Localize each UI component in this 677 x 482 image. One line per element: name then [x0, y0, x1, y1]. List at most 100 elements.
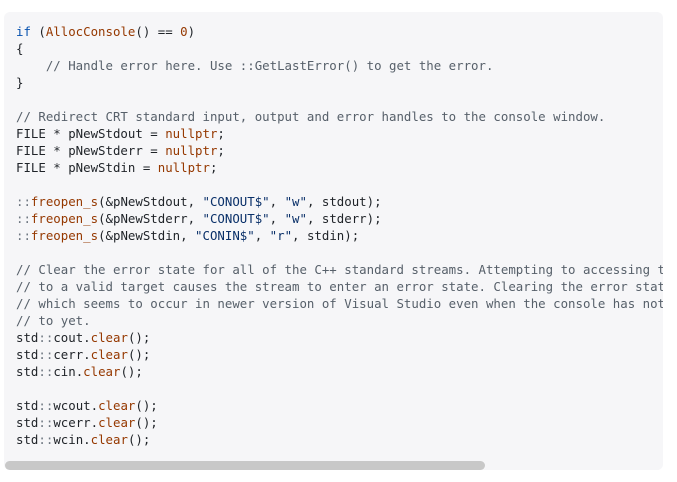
code-token-str: "CONOUT$"	[202, 194, 270, 209]
code-token-plain: (&pNewStdout,	[98, 194, 203, 209]
code-token-plain: std	[16, 432, 39, 447]
code-token-plain: std	[16, 398, 39, 413]
code-token-kw: if	[16, 24, 31, 39]
code-line: std::cerr.clear();	[16, 346, 663, 363]
code-token-plain: }	[16, 75, 24, 90]
code-token-ns: ::	[38, 415, 54, 430]
code-line: // Clear the error state for all of the …	[16, 261, 663, 278]
code-line: std::wcin.clear();	[16, 431, 663, 448]
code-token-plain: (	[30, 24, 46, 39]
code-token-plain: {	[16, 41, 24, 56]
code-token-cmt: // to a valid target causes the stream t…	[16, 279, 663, 294]
code-token-plain: FILE * pNewStderr =	[16, 143, 166, 158]
code-token-plain: (&pNewStdin,	[98, 228, 196, 243]
code-token-plain: ,	[254, 228, 270, 243]
code-token-num: 0	[180, 24, 188, 39]
code-line: ::freopen_s(&pNewStdout, "CONOUT$", "w",…	[16, 193, 663, 210]
code-line: ::freopen_s(&pNewStderr, "CONOUT$", "w",…	[16, 210, 663, 227]
code-token-plain: ;	[217, 126, 225, 141]
code-token-plain: , stdout);	[306, 194, 382, 209]
code-token-cmt: // Handle error here. Use ::GetLastError…	[16, 58, 494, 73]
code-token-plain: )	[187, 24, 196, 39]
code-listing: if (AllocConsole() == 0){ // Handle erro…	[4, 12, 663, 448]
code-token-ns: ::	[16, 194, 31, 209]
code-token-plain: ();	[127, 347, 151, 362]
code-token-num: nullptr	[157, 160, 210, 175]
code-token-plain: std	[16, 415, 39, 430]
code-token-plain: FILE * pNewStdin =	[16, 160, 158, 175]
code-token-plain: ();	[127, 330, 151, 345]
code-token-plain: cin.	[53, 364, 84, 379]
code-token-ns: ::	[38, 347, 54, 362]
code-token-str: "r"	[269, 228, 293, 243]
code-token-plain: std	[16, 347, 39, 362]
code-token-plain: ();	[120, 364, 143, 379]
code-token-str: "w"	[284, 211, 307, 226]
code-token-fn: freopen_s	[30, 194, 99, 209]
code-line: // to a valid target causes the stream t…	[16, 278, 663, 295]
code-token-fn: clear	[98, 398, 136, 413]
code-token-ns: ::	[38, 364, 54, 379]
code-token-plain: FILE * pNewStdout =	[16, 126, 166, 141]
code-token-ns: ::	[38, 330, 54, 345]
code-token-str: "w"	[284, 194, 307, 209]
code-token-plain: ();	[135, 398, 158, 413]
code-line: std::cout.clear();	[16, 329, 663, 346]
code-token-fn: clear	[98, 415, 136, 430]
code-token-plain: (&pNewStderr,	[98, 211, 203, 226]
code-token-plain: , stdin);	[292, 228, 360, 243]
code-line: std::wcout.clear();	[16, 397, 663, 414]
code-token-fn: freopen_s	[30, 211, 99, 226]
code-token-plain: ;	[209, 160, 218, 175]
code-token-plain: ();	[127, 432, 151, 447]
code-line: // Handle error here. Use ::GetLastError…	[16, 57, 663, 74]
code-viewport[interactable]: if (AllocConsole() == 0){ // Handle erro…	[4, 12, 663, 458]
code-token-plain: () ==	[135, 24, 181, 39]
code-token-num: nullptr	[165, 126, 218, 141]
code-token-plain: cout.	[53, 330, 91, 345]
code-line: // which seems to occur in newer version…	[16, 295, 663, 312]
code-token-ns: ::	[16, 211, 31, 226]
code-token-fn: AllocConsole	[45, 24, 136, 39]
code-token-plain: wcout.	[53, 398, 99, 413]
code-line: FILE * pNewStderr = nullptr;	[16, 142, 663, 159]
code-block: if (AllocConsole() == 0){ // Handle erro…	[4, 12, 663, 470]
code-token-plain: wcerr.	[53, 415, 99, 430]
code-token-plain: , stderr);	[306, 211, 382, 226]
code-token-num: nullptr	[165, 143, 218, 158]
scrollbar-thumb[interactable]	[5, 461, 485, 470]
code-token-cmt: // Clear the error state for all of the …	[16, 262, 663, 277]
code-token-plain: ,	[269, 211, 285, 226]
code-line: std::cin.clear();	[16, 363, 663, 380]
code-token-ns: ::	[16, 228, 31, 243]
code-token-plain: ();	[135, 415, 158, 430]
code-line: FILE * pNewStdin = nullptr;	[16, 159, 663, 176]
code-token-plain: std	[16, 330, 39, 345]
code-token-ns: ::	[38, 432, 54, 447]
code-token-cmt: // to yet.	[16, 313, 91, 328]
code-token-plain: wcin.	[53, 432, 91, 447]
code-line: }	[16, 74, 663, 91]
code-line: // Redirect CRT standard input, output a…	[16, 108, 663, 125]
code-token-str: "CONIN$"	[195, 228, 255, 243]
code-token-fn: clear	[90, 347, 128, 362]
code-token-cmt: // Redirect CRT standard input, output a…	[16, 109, 606, 124]
code-line: if (AllocConsole() == 0)	[16, 23, 663, 40]
code-line: // to yet.	[16, 312, 663, 329]
code-token-plain: ;	[217, 143, 225, 158]
code-token-fn: clear	[83, 364, 121, 379]
code-line: ::freopen_s(&pNewStdin, "CONIN$", "r", s…	[16, 227, 663, 244]
code-token-fn: freopen_s	[30, 228, 99, 243]
code-line: {	[16, 40, 663, 57]
code-line: FILE * pNewStdout = nullptr;	[16, 125, 663, 142]
horizontal-scrollbar[interactable]	[4, 458, 663, 470]
code-line: std::wcerr.clear();	[16, 414, 663, 431]
code-token-fn: clear	[90, 330, 128, 345]
code-token-plain: cerr.	[53, 347, 91, 362]
code-token-ns: ::	[38, 398, 54, 413]
code-token-plain: ,	[269, 194, 285, 209]
